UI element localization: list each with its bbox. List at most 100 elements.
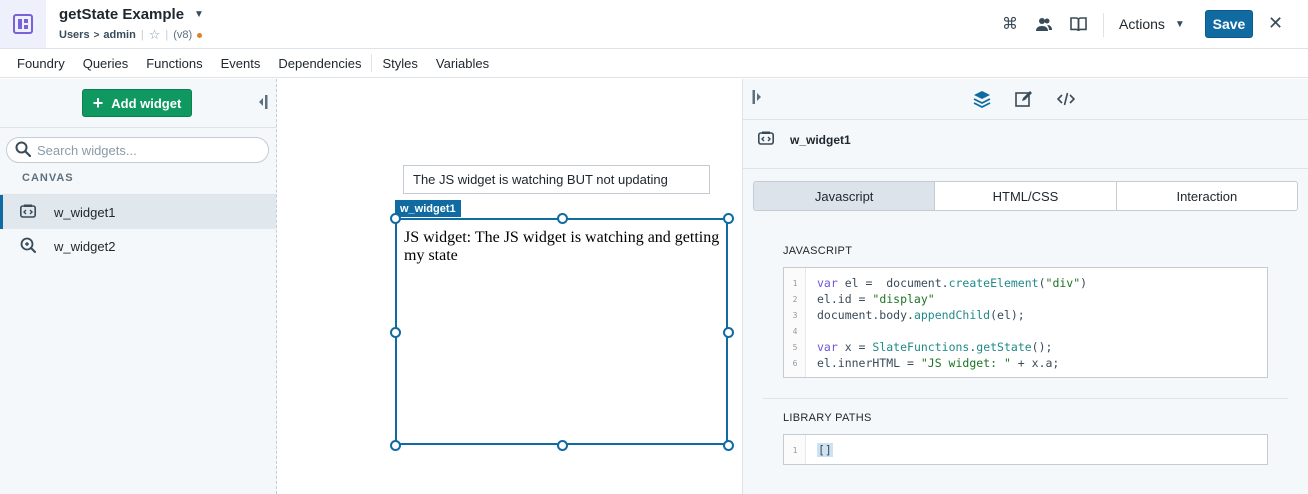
edit-icon[interactable] <box>1015 90 1033 108</box>
chevron-right-icon: > <box>93 29 100 41</box>
tab-interaction[interactable]: Interaction <box>1117 182 1297 210</box>
menu-dependencies[interactable]: Dependencies <box>269 56 370 71</box>
library-paths-value: [] <box>817 443 833 457</box>
slate-app-icon[interactable] <box>0 0 46 48</box>
editor-tabs: Javascript HTML/CSS Interaction <box>753 181 1298 211</box>
code-text: el.innerHTML = "JS widget: " + x.a; <box>817 356 1060 370</box>
book-icon[interactable] <box>1068 14 1088 34</box>
library-paths-label: LIBRARY PATHS <box>783 412 872 424</box>
code-text: var el = document.createElement("div") <box>817 276 1088 290</box>
resize-handle-nw[interactable] <box>390 213 401 224</box>
resize-handle-se[interactable] <box>723 440 734 451</box>
header-toolbar: ⌘ <box>1000 14 1088 34</box>
divider: | <box>140 29 144 41</box>
chevron-down-icon[interactable]: ▼ <box>194 9 204 20</box>
actions-menu-button[interactable]: Actions ▼ <box>1119 16 1185 32</box>
selected-widget-header: w_widget1 <box>758 131 851 148</box>
tab-javascript[interactable]: Javascript <box>754 182 936 210</box>
tree-item-label: w_widget2 <box>54 238 116 254</box>
breadcrumb-users[interactable]: Users <box>59 29 90 41</box>
selected-widget-tag[interactable]: w_widget1 <box>395 200 461 217</box>
line-number: 1 <box>792 445 798 455</box>
menu-variables[interactable]: Variables <box>427 56 498 71</box>
search-icon <box>15 141 32 160</box>
page-title[interactable]: getState Example <box>59 6 184 23</box>
resize-handle-sw[interactable] <box>390 440 401 451</box>
code-widget-icon <box>758 131 774 148</box>
save-button[interactable]: Save <box>1205 10 1253 38</box>
resize-handle-s[interactable] <box>557 440 568 451</box>
properties-panel: w_widget1 Javascript HTML/CSS Interactio… <box>742 79 1308 494</box>
layers-icon[interactable] <box>973 90 991 108</box>
code-line: 6 el.innerHTML = "JS widget: " + x.a; <box>784 355 1060 371</box>
tree-item-w-widget1[interactable]: w_widget1 <box>0 195 276 229</box>
line-number: 3 <box>792 310 798 320</box>
app-header: getState Example ▼ Users > admin | ☆ | (… <box>0 0 1308 49</box>
line-number: 4 <box>792 326 798 336</box>
javascript-code-editor[interactable]: 1 var el = document.createElement("div")… <box>783 267 1268 378</box>
collapse-left-icon[interactable] <box>256 95 268 112</box>
resize-handle-n[interactable] <box>557 213 568 224</box>
divider <box>743 119 1308 120</box>
menu-divider <box>371 54 373 72</box>
code-text: el.id = "display" <box>817 292 935 306</box>
resize-handle-w[interactable] <box>390 327 401 338</box>
code-line: 1 [] <box>784 442 833 458</box>
add-widget-button[interactable]: + Add widget <box>82 89 192 117</box>
line-number: 1 <box>792 278 798 288</box>
unsaved-indicator-icon <box>197 32 203 38</box>
widget-name-label[interactable]: w_widget1 <box>790 133 851 147</box>
javascript-section-label: JAVASCRIPT <box>783 245 853 257</box>
breadcrumb-admin[interactable]: admin <box>103 29 135 41</box>
divider: | <box>165 29 169 41</box>
canvas-section-label: CANVAS <box>22 172 74 184</box>
divider <box>763 398 1288 399</box>
search-widgets-input[interactable] <box>37 142 257 158</box>
code-line: 2 el.id = "display" <box>784 291 935 307</box>
menu-events[interactable]: Events <box>212 56 270 71</box>
panel-toolbar <box>743 79 1308 119</box>
caret-down-icon: ▼ <box>1174 18 1185 30</box>
tree-item-w-widget2[interactable]: w_widget2 <box>0 229 276 263</box>
menu-bar: Foundry Queries Functions Events Depende… <box>0 49 1308 78</box>
code-widget-icon <box>20 204 36 221</box>
menu-functions[interactable]: Functions <box>137 56 211 71</box>
code-line: 1 var el = document.createElement("div") <box>784 275 1088 291</box>
version-label[interactable]: (v8) <box>173 29 192 41</box>
breadcrumb: Users > admin | ☆ | (v8) <box>59 27 204 43</box>
js-widget-output: JS widget: The JS widget is watching and… <box>404 229 720 264</box>
resize-handle-ne[interactable] <box>723 213 734 224</box>
close-icon[interactable]: ✕ <box>1268 13 1283 34</box>
plus-icon: + <box>92 93 104 113</box>
divider <box>0 127 276 128</box>
star-icon[interactable]: ☆ <box>149 27 161 43</box>
menu-foundry[interactable]: Foundry <box>8 56 74 71</box>
library-paths-editor[interactable]: 1 [] <box>783 434 1268 465</box>
resize-handle-e[interactable] <box>723 327 734 338</box>
text-widget-w-widget2[interactable]: The JS widget is watching BUT not updati… <box>403 165 710 194</box>
search-widget-icon <box>20 237 36 256</box>
tab-html-css[interactable]: HTML/CSS <box>935 182 1117 210</box>
code-text: document.body.appendChild(el); <box>817 308 1025 322</box>
divider <box>743 168 1308 169</box>
tree-item-label: w_widget1 <box>54 204 116 220</box>
line-number: 6 <box>792 358 798 368</box>
users-icon[interactable] <box>1034 14 1054 34</box>
code-icon[interactable] <box>1057 90 1075 108</box>
selected-js-widget[interactable]: JS widget: The JS widget is watching and… <box>395 218 728 445</box>
code-text: var x = SlateFunctions.getState(); <box>817 340 1053 354</box>
header-divider <box>1103 13 1104 37</box>
actions-label: Actions <box>1119 16 1165 32</box>
add-widget-label: Add widget <box>111 95 182 111</box>
widget-sidebar: + Add widget CANVAS w_widget1 w_widget2 <box>0 79 277 494</box>
menu-styles[interactable]: Styles <box>373 56 426 71</box>
command-icon[interactable]: ⌘ <box>1000 14 1020 34</box>
menu-queries[interactable]: Queries <box>74 56 138 71</box>
expand-right-icon[interactable] <box>752 90 764 107</box>
code-line: 4 <box>784 323 817 339</box>
code-line: 3 document.body.appendChild(el); <box>784 307 1025 323</box>
document-title-area: getState Example ▼ Users > admin | ☆ | (… <box>59 6 204 43</box>
design-canvas[interactable]: The JS widget is watching BUT not updati… <box>278 79 742 494</box>
search-widgets-field[interactable] <box>6 137 269 163</box>
line-number: 2 <box>792 294 798 304</box>
